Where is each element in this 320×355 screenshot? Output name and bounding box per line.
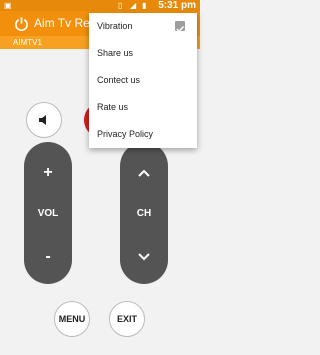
check-icon bbox=[176, 26, 185, 33]
menu-item-label: Privacy Policy bbox=[97, 129, 154, 139]
menu-item-rate[interactable]: Rate us bbox=[89, 94, 197, 121]
chevron-up-icon bbox=[138, 169, 150, 177]
signal-icon: ◢ bbox=[130, 1, 137, 10]
volume-down-button[interactable]: - bbox=[24, 248, 72, 266]
channel-down-button[interactable] bbox=[136, 250, 152, 262]
channel-control: CH bbox=[120, 142, 168, 284]
exit-button[interactable]: EXIT bbox=[109, 301, 145, 337]
vibration-checkbox[interactable] bbox=[175, 21, 185, 33]
menu-item-label: Contect us bbox=[97, 75, 141, 85]
channel-up-button[interactable] bbox=[136, 166, 152, 178]
volume-up-button[interactable]: + bbox=[24, 164, 72, 182]
vibrate-icon: ▯ bbox=[118, 1, 123, 10]
notification-icon: ▣ bbox=[4, 1, 12, 10]
menu-item-share[interactable]: Share us bbox=[89, 40, 197, 67]
speaker-icon bbox=[39, 115, 46, 125]
channel-label: CH bbox=[136, 208, 152, 219]
battery-icon: ▮ bbox=[142, 1, 147, 10]
device-name: AIMTV1 bbox=[13, 38, 42, 47]
menu-item-label: Share us bbox=[97, 48, 134, 58]
volume-control: + VOL - bbox=[24, 142, 72, 284]
menu-item-label: Rate us bbox=[97, 102, 129, 112]
menu-item-vibration[interactable]: Vibration bbox=[89, 13, 197, 40]
chevron-down-icon bbox=[138, 253, 150, 261]
power-icon[interactable] bbox=[14, 16, 29, 31]
menu-item-contact[interactable]: Contect us bbox=[89, 67, 197, 94]
overflow-menu: Vibration Share us Contect us Rate us Pr… bbox=[89, 13, 197, 148]
menu-item-label: Vibration bbox=[97, 21, 133, 31]
volume-label: VOL bbox=[37, 208, 59, 219]
menu-item-privacy[interactable]: Privacy Policy bbox=[89, 121, 197, 148]
status-time: 5:31 pm bbox=[158, 0, 196, 11]
mute-button[interactable] bbox=[26, 102, 62, 138]
menu-button[interactable]: MENU bbox=[54, 301, 90, 337]
